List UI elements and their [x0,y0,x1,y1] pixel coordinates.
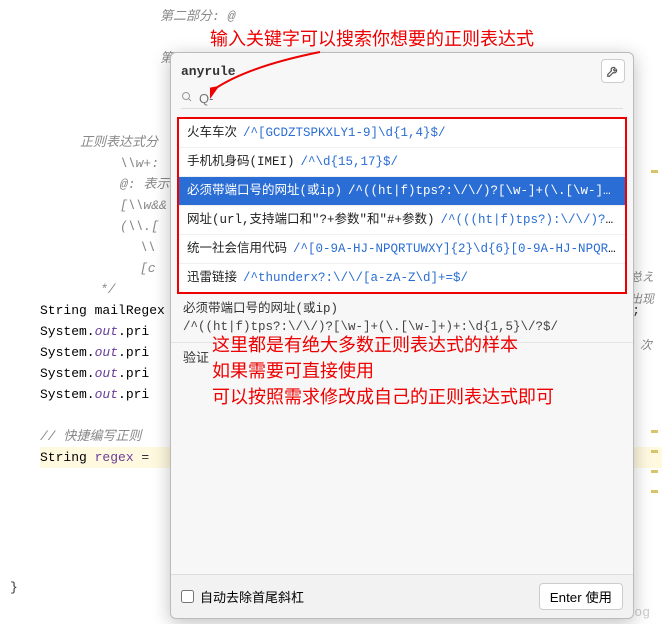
search-input[interactable] [181,89,623,108]
search-icon [181,91,193,107]
auto-trim-checkbox[interactable] [181,590,194,603]
popup-header: anyrule [171,53,633,87]
result-item-selected[interactable]: 必须带端口号的网址(或ip)/^((ht|f)tps?:\/\/)?[\w-]+… [179,177,625,206]
anyrule-popup: anyrule 火车车次/^[GCDZTSPKXLY1-9]\d{1,4}$/ … [170,52,634,619]
enter-button[interactable]: Enter 使用 [539,583,623,610]
preview-label: 必须带端口号的网址(或ip) [171,296,633,320]
verify-section[interactable]: 验证 [171,342,633,374]
preview-regex: /^((ht|f)tps?:\/\/)?[\w-]+(\.[\w-]+)+:\d… [171,320,633,340]
result-item[interactable]: 手机机身码(IMEI)/^\d{15,17}$/ [179,148,625,177]
code-comment: 第二部分: @ [40,6,662,27]
result-item[interactable]: 迅雷链接/^thunderx?:\/\/[a-zA-Z\d]+=$/ [179,264,625,292]
result-item[interactable]: 网址(url,支持端口和"?+参数"和"#+参数)/^(((ht|f)tps?)… [179,206,625,235]
code-brace: } [2,580,18,595]
auto-trim-label: 自动去除首尾斜杠 [200,587,304,606]
popup-footer: 自动去除首尾斜杠 Enter 使用 [171,574,633,618]
result-item[interactable]: 火车车次/^[GCDZTSPKXLY1-9]\d{1,4}$/ [179,119,625,148]
scrollbar-minimap[interactable] [651,110,658,530]
result-item[interactable]: 统一社会信用代码/^[0-9A-HJ-NPQRTUWXY]{2}\d{6}[0-… [179,235,625,264]
wrench-icon [606,64,620,78]
results-list: 火车车次/^[GCDZTSPKXLY1-9]\d{1,4}$/ 手机机身码(IM… [177,117,627,294]
settings-button[interactable] [601,59,625,83]
popup-title: anyrule [181,64,601,79]
